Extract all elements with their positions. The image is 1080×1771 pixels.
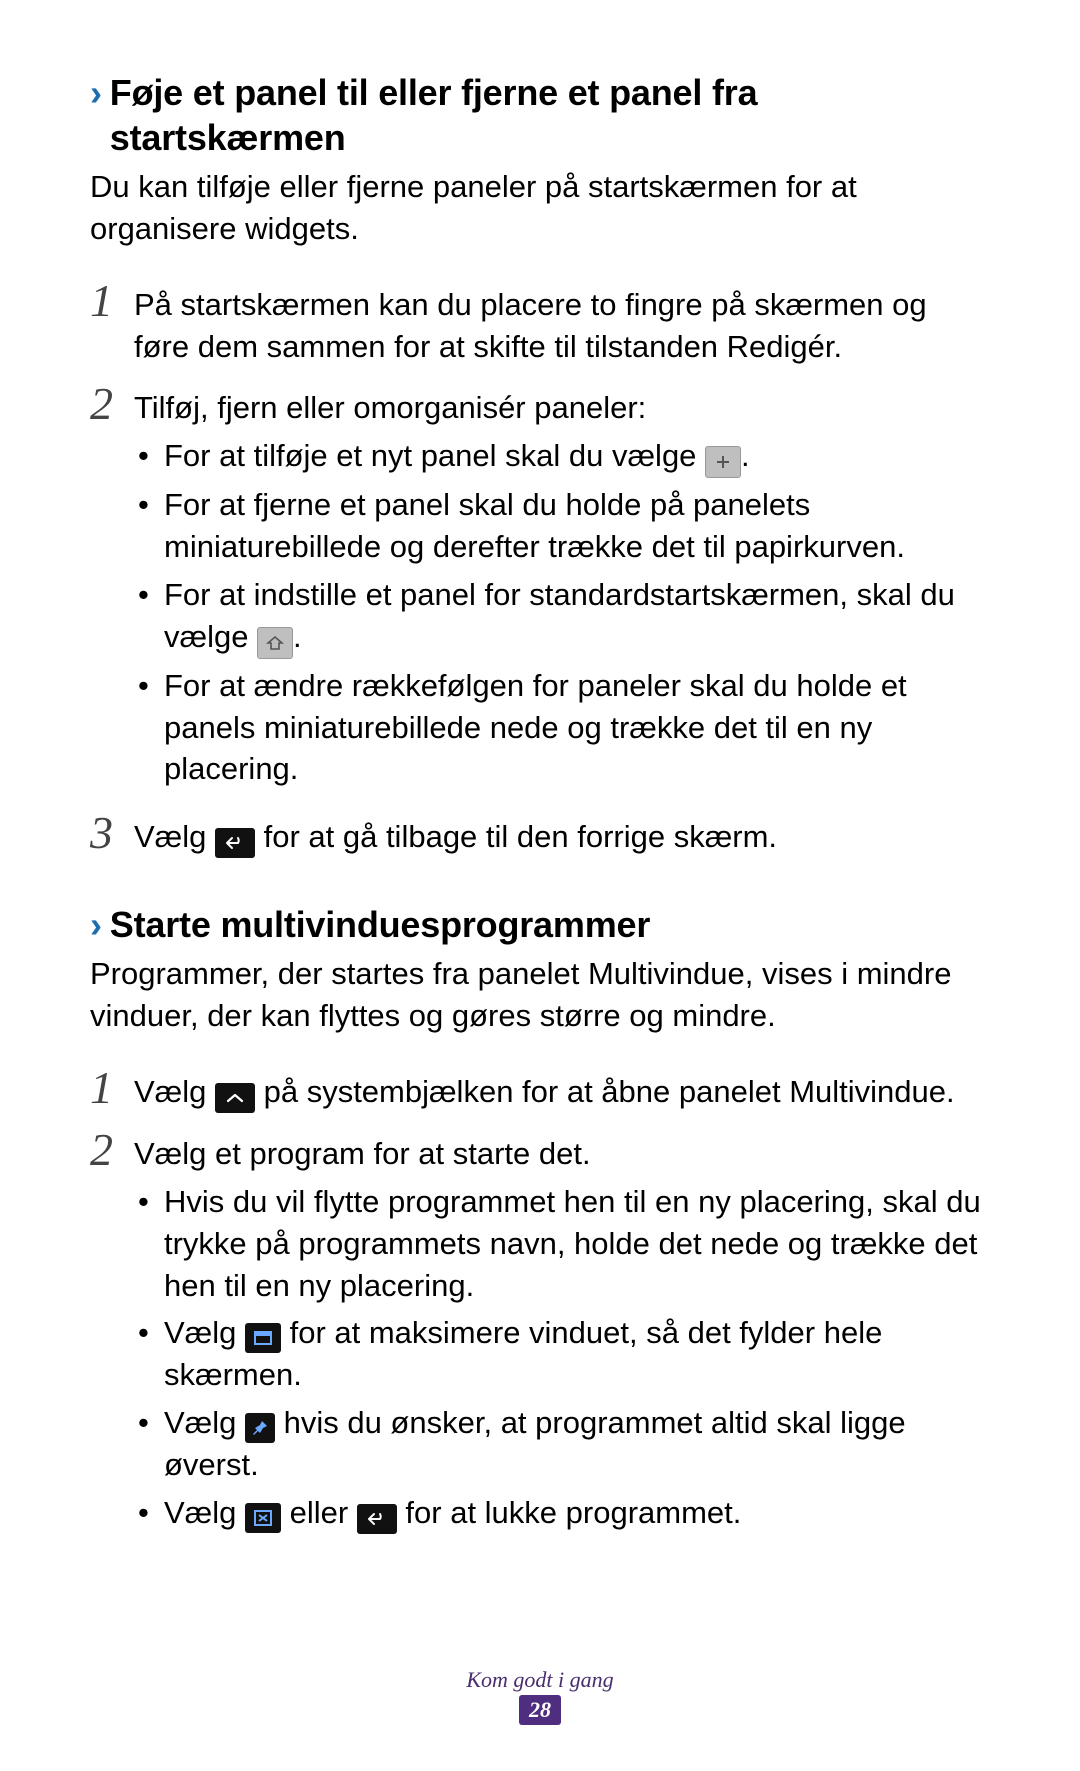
text: eller <box>281 1495 357 1530</box>
step-2: 2 Vælg et program for at starte det. Hvi… <box>90 1127 990 1540</box>
bullet-list: Hvis du vil flytte programmet hen til en… <box>134 1181 990 1534</box>
back-icon <box>357 1504 397 1534</box>
step-number: 2 <box>90 381 134 427</box>
step-3: 3 Vælg for at gå tilbage til den forrige… <box>90 810 990 858</box>
home-icon <box>257 627 293 659</box>
footer-title: Kom godt i gang <box>0 1667 1080 1693</box>
text: Vælg <box>134 819 215 854</box>
list-item: Hvis du vil flytte programmet hen til en… <box>134 1181 990 1307</box>
step-number: 3 <box>90 810 134 856</box>
heading-text: Føje et panel til eller fjerne et panel … <box>110 70 990 160</box>
step-number: 1 <box>90 1065 134 1111</box>
list-item: For at fjerne et panel skal du holde på … <box>134 484 990 568</box>
step-lead: Tilføj, fjern eller omorganisér paneler: <box>134 390 646 425</box>
step-2: 2 Tilføj, fjern eller omorganisér panele… <box>90 381 990 796</box>
section-heading-panels: › Føje et panel til eller fjerne et pane… <box>90 70 990 160</box>
chevron-up-icon <box>215 1083 255 1113</box>
step-body: Vælg et program for at starte det. Hvis … <box>134 1127 990 1540</box>
list-item: For at ændre rækkefølgen for paneler ska… <box>134 665 990 791</box>
text: Vælg <box>134 1074 215 1109</box>
bullet-list: For at tilføje et nyt panel skal du vælg… <box>134 435 990 790</box>
chevron-right-icon: › <box>90 70 102 115</box>
text: For at tilføje et nyt panel skal du vælg… <box>164 438 705 473</box>
list-item: Vælg for at maksimere vinduet, så det fy… <box>134 1312 990 1396</box>
text: for at lukke programmet. <box>397 1495 742 1530</box>
step-body: Tilføj, fjern eller omorganisér paneler:… <box>134 381 990 796</box>
list-item: For at tilføje et nyt panel skal du vælg… <box>134 435 990 478</box>
step-body: Vælg for at gå tilbage til den forrige s… <box>134 810 990 858</box>
step-number: 2 <box>90 1127 134 1173</box>
plus-icon <box>705 446 741 478</box>
section-heading-multiwindow: › Starte multivinduesprogrammer <box>90 902 990 947</box>
maximize-icon <box>245 1323 281 1353</box>
text: Vælg <box>164 1405 245 1440</box>
text: på systembjælken for at åbne panelet Mul… <box>255 1074 955 1109</box>
section-intro: Programmer, der startes fra panelet Mult… <box>90 953 990 1037</box>
document-page: › Føje et panel til eller fjerne et pane… <box>0 0 1080 1771</box>
back-icon <box>215 828 255 858</box>
step-body: Vælg på systembjælken for at åbne panele… <box>134 1065 990 1113</box>
step-lead: Vælg et program for at starte det. <box>134 1136 591 1171</box>
page-number-badge: 28 <box>519 1695 561 1725</box>
step-1: 1 Vælg på systembjælken for at åbne pane… <box>90 1065 990 1113</box>
steps-list: 1 På startskærmen kan du placere to fing… <box>90 278 990 859</box>
section-intro: Du kan tilføje eller fjerne paneler på s… <box>90 166 990 250</box>
heading-text: Starte multivinduesprogrammer <box>110 902 990 947</box>
text: . <box>741 438 750 473</box>
text: . <box>293 619 302 654</box>
step-1: 1 På startskærmen kan du placere to fing… <box>90 278 990 368</box>
text: Vælg <box>164 1495 245 1530</box>
pin-icon <box>245 1413 275 1443</box>
text: for at gå tilbage til den forrige skærm. <box>255 819 777 854</box>
list-item: Vælg hvis du ønsker, at programmet altid… <box>134 1402 990 1486</box>
text: Vælg <box>164 1315 245 1350</box>
step-number: 1 <box>90 278 134 324</box>
text: hvis du ønsker, at programmet altid skal… <box>164 1405 906 1482</box>
list-item: For at indstille et panel for standardst… <box>134 574 990 659</box>
chevron-right-icon: › <box>90 902 102 947</box>
close-window-icon <box>245 1503 281 1533</box>
list-item: Vælg eller for at lukke programmet. <box>134 1492 990 1534</box>
steps-list: 1 Vælg på systembjælken for at åbne pane… <box>90 1065 990 1540</box>
step-body: På startskærmen kan du placere to fingre… <box>134 278 990 368</box>
section-multiwindow: › Starte multivinduesprogrammer Programm… <box>90 902 990 1539</box>
page-footer: Kom godt i gang 28 <box>0 1667 1080 1725</box>
